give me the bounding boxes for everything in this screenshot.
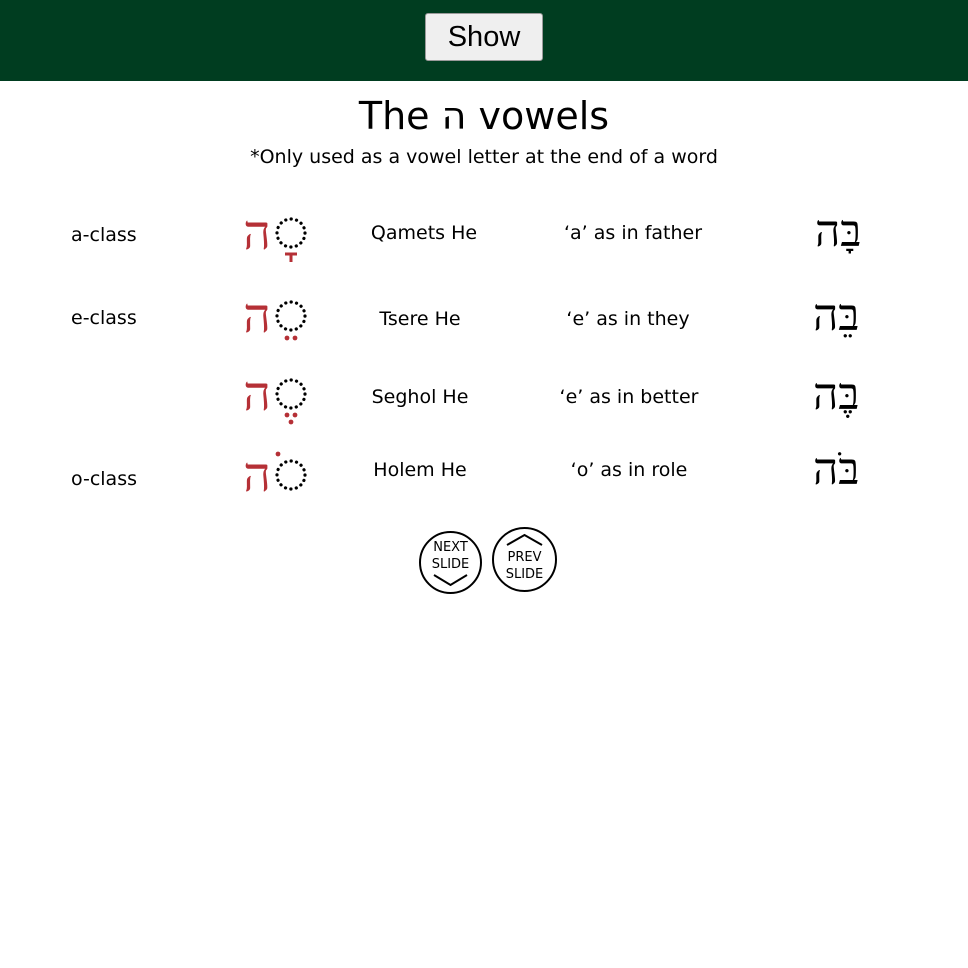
hebrew-example: בֶּה xyxy=(813,369,860,420)
vowel-sound: ‘e’ as in better xyxy=(559,386,699,408)
vowel-name: Tsere He xyxy=(379,308,461,330)
top-bar: Show xyxy=(0,0,968,81)
vowel-sound: ‘o’ as in role xyxy=(570,459,688,481)
chevron-up-icon xyxy=(506,533,543,546)
tsere-he-symbol: ה xyxy=(243,293,307,344)
hebrew-example: בֹּה xyxy=(813,444,860,495)
placeholder-circle xyxy=(275,300,307,332)
prev-label-line1: PREV xyxy=(507,550,542,565)
hebrew-example: בֵּה xyxy=(813,290,860,341)
next-slide-button[interactable]: NEXT SLIDE xyxy=(419,531,482,594)
class-label-o: o-class xyxy=(71,468,137,490)
vowel-sound: ‘e’ as in they xyxy=(566,308,690,330)
next-label-line1: NEXT xyxy=(433,540,468,555)
vowel-name: Qamets He xyxy=(370,222,478,244)
page-subtitle: *Only used as a vowel letter at the end … xyxy=(250,146,718,168)
next-label-line2: SLIDE xyxy=(431,557,470,572)
prev-slide-button[interactable]: PREV SLIDE xyxy=(492,527,557,592)
show-button[interactable]: Show xyxy=(425,13,543,61)
qamets-he-symbol: ה xyxy=(243,210,307,262)
holem-he-symbol: ה xyxy=(243,450,307,503)
class-label-a: a-class xyxy=(71,224,137,246)
page-title: The ה vowels xyxy=(358,94,610,138)
class-label-e: e-class xyxy=(71,307,137,329)
hebrew-example: בָּה xyxy=(815,206,862,257)
placeholder-circle xyxy=(275,217,307,249)
he-letter: ה xyxy=(243,371,271,422)
he-letter: ה xyxy=(243,210,271,261)
he-letter: ה xyxy=(243,450,271,503)
vowel-name: Holem He xyxy=(373,459,467,481)
chevron-down-icon xyxy=(433,574,468,587)
prev-label-line2: SLIDE xyxy=(505,567,544,582)
placeholder-circle xyxy=(275,459,307,491)
vowel-name: Seghol He xyxy=(371,386,469,408)
vowel-sound: ‘a’ as in father xyxy=(563,222,703,244)
he-letter: ה xyxy=(243,293,271,344)
placeholder-circle xyxy=(275,378,307,410)
seghol-he-symbol: ה xyxy=(243,371,307,425)
